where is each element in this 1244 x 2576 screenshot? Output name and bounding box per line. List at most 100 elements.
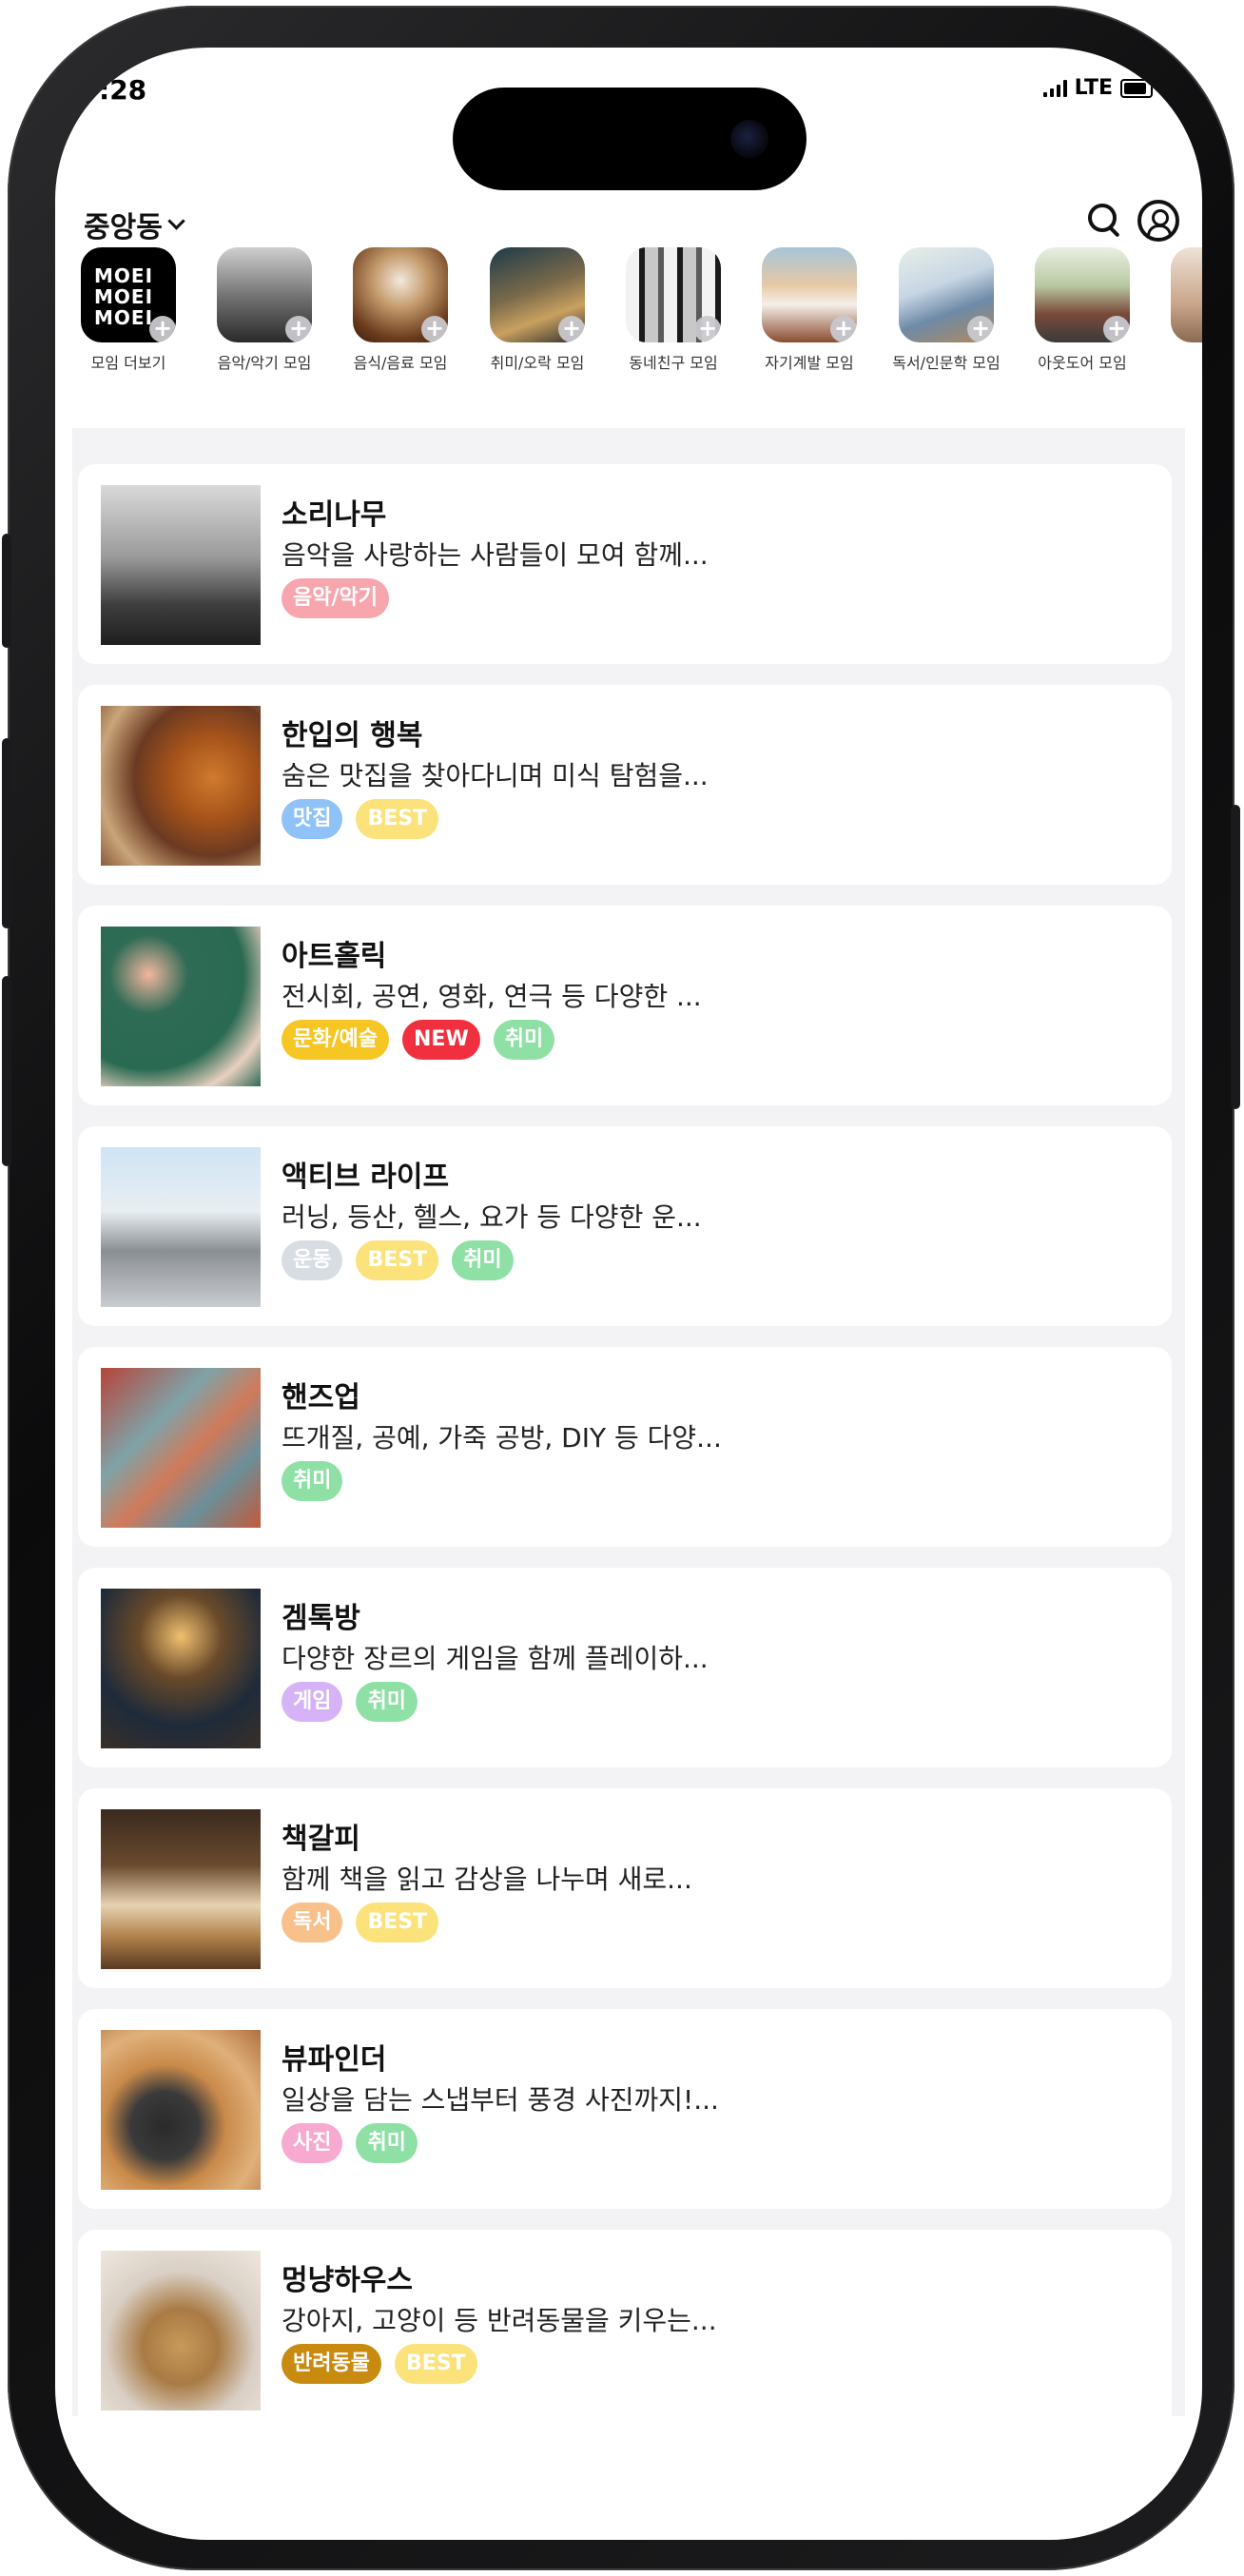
category-label: 음식/음료 모임 [353, 354, 448, 372]
group-description: 숨은 맛집을 찾아다니며 미식 탐험을... [282, 760, 709, 791]
tag-hobby: 취미 [356, 1682, 418, 1722]
category-self-dev[interactable]: + 자기계발 모임 [738, 247, 881, 373]
network-label: LTE [1074, 76, 1113, 100]
category-label: 취미/오락 모임 [490, 354, 585, 372]
plus-icon: + [1103, 316, 1130, 342]
group-tags: 게임 취미 [282, 1682, 418, 1722]
group-thumbnail [101, 1368, 261, 1528]
category-friends[interactable]: + 동네친구 모임 [602, 247, 745, 373]
tag-new: NEW [402, 1020, 480, 1060]
volume-down-button [2, 976, 11, 1166]
category-thumb: + [1035, 247, 1130, 342]
group-tags: 음악/악기 [282, 578, 389, 618]
group-thumbnail [101, 2251, 261, 2410]
tag-music: 음악/악기 [282, 578, 389, 618]
category-outdoor[interactable]: + 아웃도어 모임 [1011, 247, 1154, 373]
plus-icon: + [285, 316, 312, 342]
battery-icon [1120, 78, 1153, 98]
category-strip[interactable]: MOEI MOEI MOEI + 모임 더보기 + 음악/악기 모임 + 음식/… [55, 247, 1202, 414]
group-tags: 맛집 BEST [282, 799, 439, 839]
tag-best: BEST [394, 2344, 477, 2384]
group-title: 핸즈업 [282, 1381, 360, 1415]
group-thumbnail [101, 1589, 261, 1748]
location-label: 중앙동 [84, 211, 163, 244]
tag-best: BEST [356, 799, 439, 839]
group-title: 겜톡방 [282, 1602, 360, 1635]
group-thumbnail [101, 927, 261, 1086]
group-tags: 독서 BEST [282, 1903, 439, 1942]
tag-reading: 독서 [282, 1903, 343, 1942]
group-thumbnail [101, 706, 261, 866]
tag-hobby: 취미 [282, 1461, 343, 1501]
profile-icon[interactable] [1137, 200, 1179, 242]
group-tags: 사진 취미 [282, 2123, 418, 2163]
logo-line: MOEI [94, 285, 154, 308]
tag-hobby: 취미 [493, 1020, 555, 1060]
plus-icon: + [421, 316, 448, 342]
search-icon[interactable] [1084, 200, 1124, 240]
category-hobby[interactable]: + 취미/오락 모임 [466, 247, 609, 373]
group-card[interactable]: 소리나무 음악을 사랑하는 사람들이 모여 함께... 음악/악기 [78, 464, 1172, 664]
category-more[interactable]: MOEI MOEI MOEI + 모임 더보기 [57, 247, 200, 373]
logo-line: MOEI [94, 264, 154, 287]
category-label: 모임 더보기 [90, 354, 166, 372]
group-thumbnail [101, 485, 261, 645]
group-description: 일상을 담는 스냅부터 풍경 사진까지!... [282, 2084, 719, 2116]
group-card[interactable]: 멍냥하우스 강아지, 고양이 등 반려동물을 키우는... 반려동물 BEST [78, 2230, 1172, 2430]
tag-hobby: 취미 [356, 2123, 418, 2163]
group-description: 함께 책을 읽고 감상을 나누며 새로... [282, 1864, 692, 1895]
tag-game: 게임 [282, 1682, 343, 1722]
group-title: 뷰파인더 [282, 2043, 387, 2077]
group-card[interactable]: 책갈피 함께 책을 읽고 감상을 나누며 새로... 독서 BEST [78, 1788, 1172, 1988]
category-label: 자기계발 모임 [765, 354, 854, 372]
location-selector[interactable]: 중앙동 [84, 204, 185, 245]
plus-icon: + [694, 316, 721, 342]
category-music[interactable]: + 음악/악기 모임 [193, 247, 336, 373]
category-thumb: + [762, 247, 857, 342]
category-thumb: + [490, 247, 585, 342]
tag-photo: 사진 [282, 2123, 343, 2163]
category-label: 독서/인문학 모임 [892, 354, 1001, 372]
group-description: 다양한 장르의 게임을 함께 플레이하... [282, 1643, 709, 1674]
tag-best: BEST [356, 1240, 439, 1280]
category-thumb [1171, 247, 1202, 342]
category-thumb: + [899, 247, 994, 342]
category-food[interactable]: + 음식/음료 모임 [329, 247, 472, 373]
group-title: 책갈피 [282, 1823, 360, 1856]
group-title: 아트홀릭 [282, 940, 387, 973]
category-pets[interactable]: 반려 [1147, 247, 1202, 373]
tag-exercise: 운동 [282, 1240, 343, 1280]
group-tags: 운동 BEST 취미 [282, 1240, 514, 1280]
category-reading[interactable]: + 독서/인문학 모임 [875, 247, 1018, 373]
tag-best: BEST [356, 1903, 439, 1942]
phone-frame: :28 LTE 중앙동 MOEI MOEI MOEI + 모임 더보기 + 음악… [2, 6, 1240, 2570]
group-description: 전시회, 공연, 영화, 연극 등 다양한 ... [282, 981, 702, 1012]
group-title: 소리나무 [282, 498, 387, 532]
group-thumbnail [101, 1809, 261, 1969]
group-card[interactable]: 아트홀릭 전시회, 공연, 영화, 연극 등 다양한 ... 문화/예술 NEW… [78, 906, 1172, 1105]
category-thumb: MOEI MOEI MOEI + [81, 247, 176, 342]
tag-hobby: 취미 [452, 1240, 514, 1280]
group-tags: 취미 [282, 1461, 343, 1501]
group-title: 액티브 라이프 [282, 1161, 450, 1194]
chevron-down-icon [167, 211, 185, 230]
plus-icon: + [967, 316, 994, 342]
category-label: 아웃도어 모임 [1038, 354, 1127, 372]
group-description: 뜨개질, 공예, 가죽 공방, DIY 등 다양... [282, 1422, 722, 1454]
category-thumb: + [217, 247, 312, 342]
category-thumb: + [353, 247, 448, 342]
group-card[interactable]: 핸즈업 뜨개질, 공예, 가죽 공방, DIY 등 다양... 취미 [78, 1347, 1172, 1547]
plus-icon: + [558, 316, 585, 342]
group-card[interactable]: 겜톡방 다양한 장르의 게임을 함께 플레이하... 게임 취미 [78, 1568, 1172, 1767]
volume-up-button [2, 738, 11, 928]
status-indicators: LTE [1042, 76, 1153, 100]
group-card[interactable]: 한입의 행복 숨은 맛집을 찾아다니며 미식 탐험을... 맛집 BEST [78, 685, 1172, 885]
action-button [2, 534, 11, 648]
group-thumbnail [101, 2030, 261, 2190]
group-card[interactable]: 뷰파인더 일상을 담는 스냅부터 풍경 사진까지!... 사진 취미 [78, 2009, 1172, 2209]
category-label: 동네친구 모임 [629, 354, 718, 372]
group-card[interactable]: 액티브 라이프 러닝, 등산, 헬스, 요가 등 다양한 운... 운동 BES… [78, 1126, 1172, 1326]
group-tags: 반려동물 BEST [282, 2344, 477, 2384]
group-feed: 소리나무 음악을 사랑하는 사람들이 모여 함께... 음악/악기 한입의 행복… [72, 428, 1185, 2430]
plus-icon: + [149, 316, 176, 342]
